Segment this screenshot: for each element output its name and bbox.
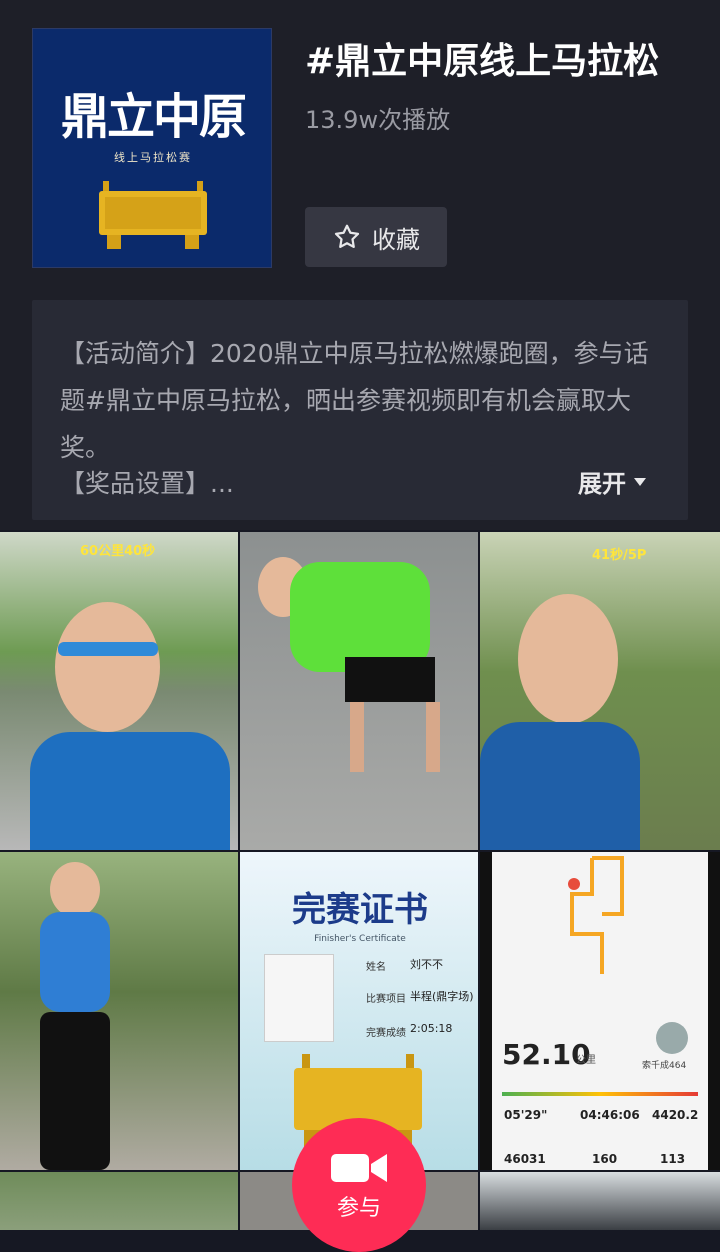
time-value: 2:05:18 xyxy=(410,1022,453,1035)
runner-shorts xyxy=(345,657,435,702)
video-thumbnail[interactable] xyxy=(0,852,238,1170)
star-icon xyxy=(334,224,360,248)
certificate-subtitle: Finisher's Certificate xyxy=(314,934,406,944)
topic-cover-image: 鼎立中原 线上马拉松赛 xyxy=(32,28,272,268)
cover-subtitle: 线上马拉松赛 xyxy=(114,151,192,164)
duration-value: 04:46:06 xyxy=(580,1108,640,1122)
certificate-title: 完赛证书 xyxy=(292,890,428,930)
calories-value: 4420.2 xyxy=(652,1108,699,1122)
topic-title: #鼎立中原线上马拉松 xyxy=(305,41,660,82)
runner-figure xyxy=(518,594,618,724)
distance-unit: 公里 xyxy=(576,1055,596,1066)
event-label: 比赛项目 xyxy=(366,994,406,1005)
heart-rate-value: 113 xyxy=(660,1152,686,1166)
runner-shirt xyxy=(290,562,430,672)
pace-value: 05'29" xyxy=(504,1108,548,1122)
description-text: 【活动简介】2020鼎立中原马拉松燃爆跑圈，参与话题#鼎立中原马拉松，晒出参赛视… xyxy=(60,339,649,462)
cadence-value: 160 xyxy=(592,1152,618,1166)
join-button[interactable]: 参与 xyxy=(292,1118,426,1252)
certificate-photo xyxy=(264,954,334,1042)
video-overlay-text: 60公里40秒 xyxy=(80,544,156,559)
topic-header: 鼎立中原 线上马拉松赛 #鼎立中原线上马拉松 13.9w次播放 收藏 【活动简介… xyxy=(0,0,720,530)
avatar xyxy=(656,1022,688,1054)
runner-leggings xyxy=(40,1012,110,1170)
name-value: 刘不不 xyxy=(410,958,443,971)
description-panel: 【活动简介】2020鼎立中原马拉松燃爆跑圈，参与话题#鼎立中原马拉松，晒出参赛视… xyxy=(32,300,688,520)
runner-shirt xyxy=(30,732,230,850)
video-thumbnail[interactable] xyxy=(240,532,478,850)
user-name: 索千成464 xyxy=(642,1061,687,1071)
event-value: 半程(鼎字场) xyxy=(410,990,474,1003)
runner-shirt xyxy=(480,722,640,850)
time-label: 完赛成绩 xyxy=(366,1028,406,1039)
expand-button[interactable]: 展开 xyxy=(578,464,648,499)
favorite-label: 收藏 xyxy=(372,225,420,254)
steps-value: 46031 xyxy=(504,1152,546,1166)
caret-down-icon xyxy=(634,477,646,486)
video-thumbnail[interactable]: 60公里40秒 xyxy=(0,532,238,850)
video-thumbnail[interactable]: 41秒/5P xyxy=(480,532,720,850)
video-overlay-text: 41秒/5P xyxy=(592,548,647,563)
runner-figure xyxy=(50,862,100,917)
progress-bar xyxy=(502,1092,698,1096)
name-label: 姓名 xyxy=(366,962,386,973)
route-map xyxy=(568,856,624,974)
video-camera-icon xyxy=(331,1154,387,1182)
expand-label: 展开 xyxy=(578,470,626,498)
runner-shirt xyxy=(40,912,110,1012)
play-count: 13.9w次播放 xyxy=(305,106,451,134)
video-thumbnail[interactable] xyxy=(480,1172,720,1230)
runner-legs xyxy=(350,702,440,772)
video-thumbnail[interactable] xyxy=(0,1172,238,1230)
ding-vessel-icon xyxy=(99,181,207,249)
run-record-thumbnail[interactable]: 52.10 公里 索千成464 05'29" 04:46:06 4420.2 4… xyxy=(480,852,720,1170)
cover-title: 鼎立中原 xyxy=(60,89,247,145)
runner-figure xyxy=(55,602,160,732)
join-label: 参与 xyxy=(336,1196,381,1221)
headband xyxy=(58,642,158,656)
favorite-button[interactable]: 收藏 xyxy=(305,207,447,267)
description-prize-line: 【奖品设置】... xyxy=(60,469,234,498)
run-record-card: 52.10 公里 索千成464 05'29" 04:46:06 4420.2 4… xyxy=(492,852,708,1170)
